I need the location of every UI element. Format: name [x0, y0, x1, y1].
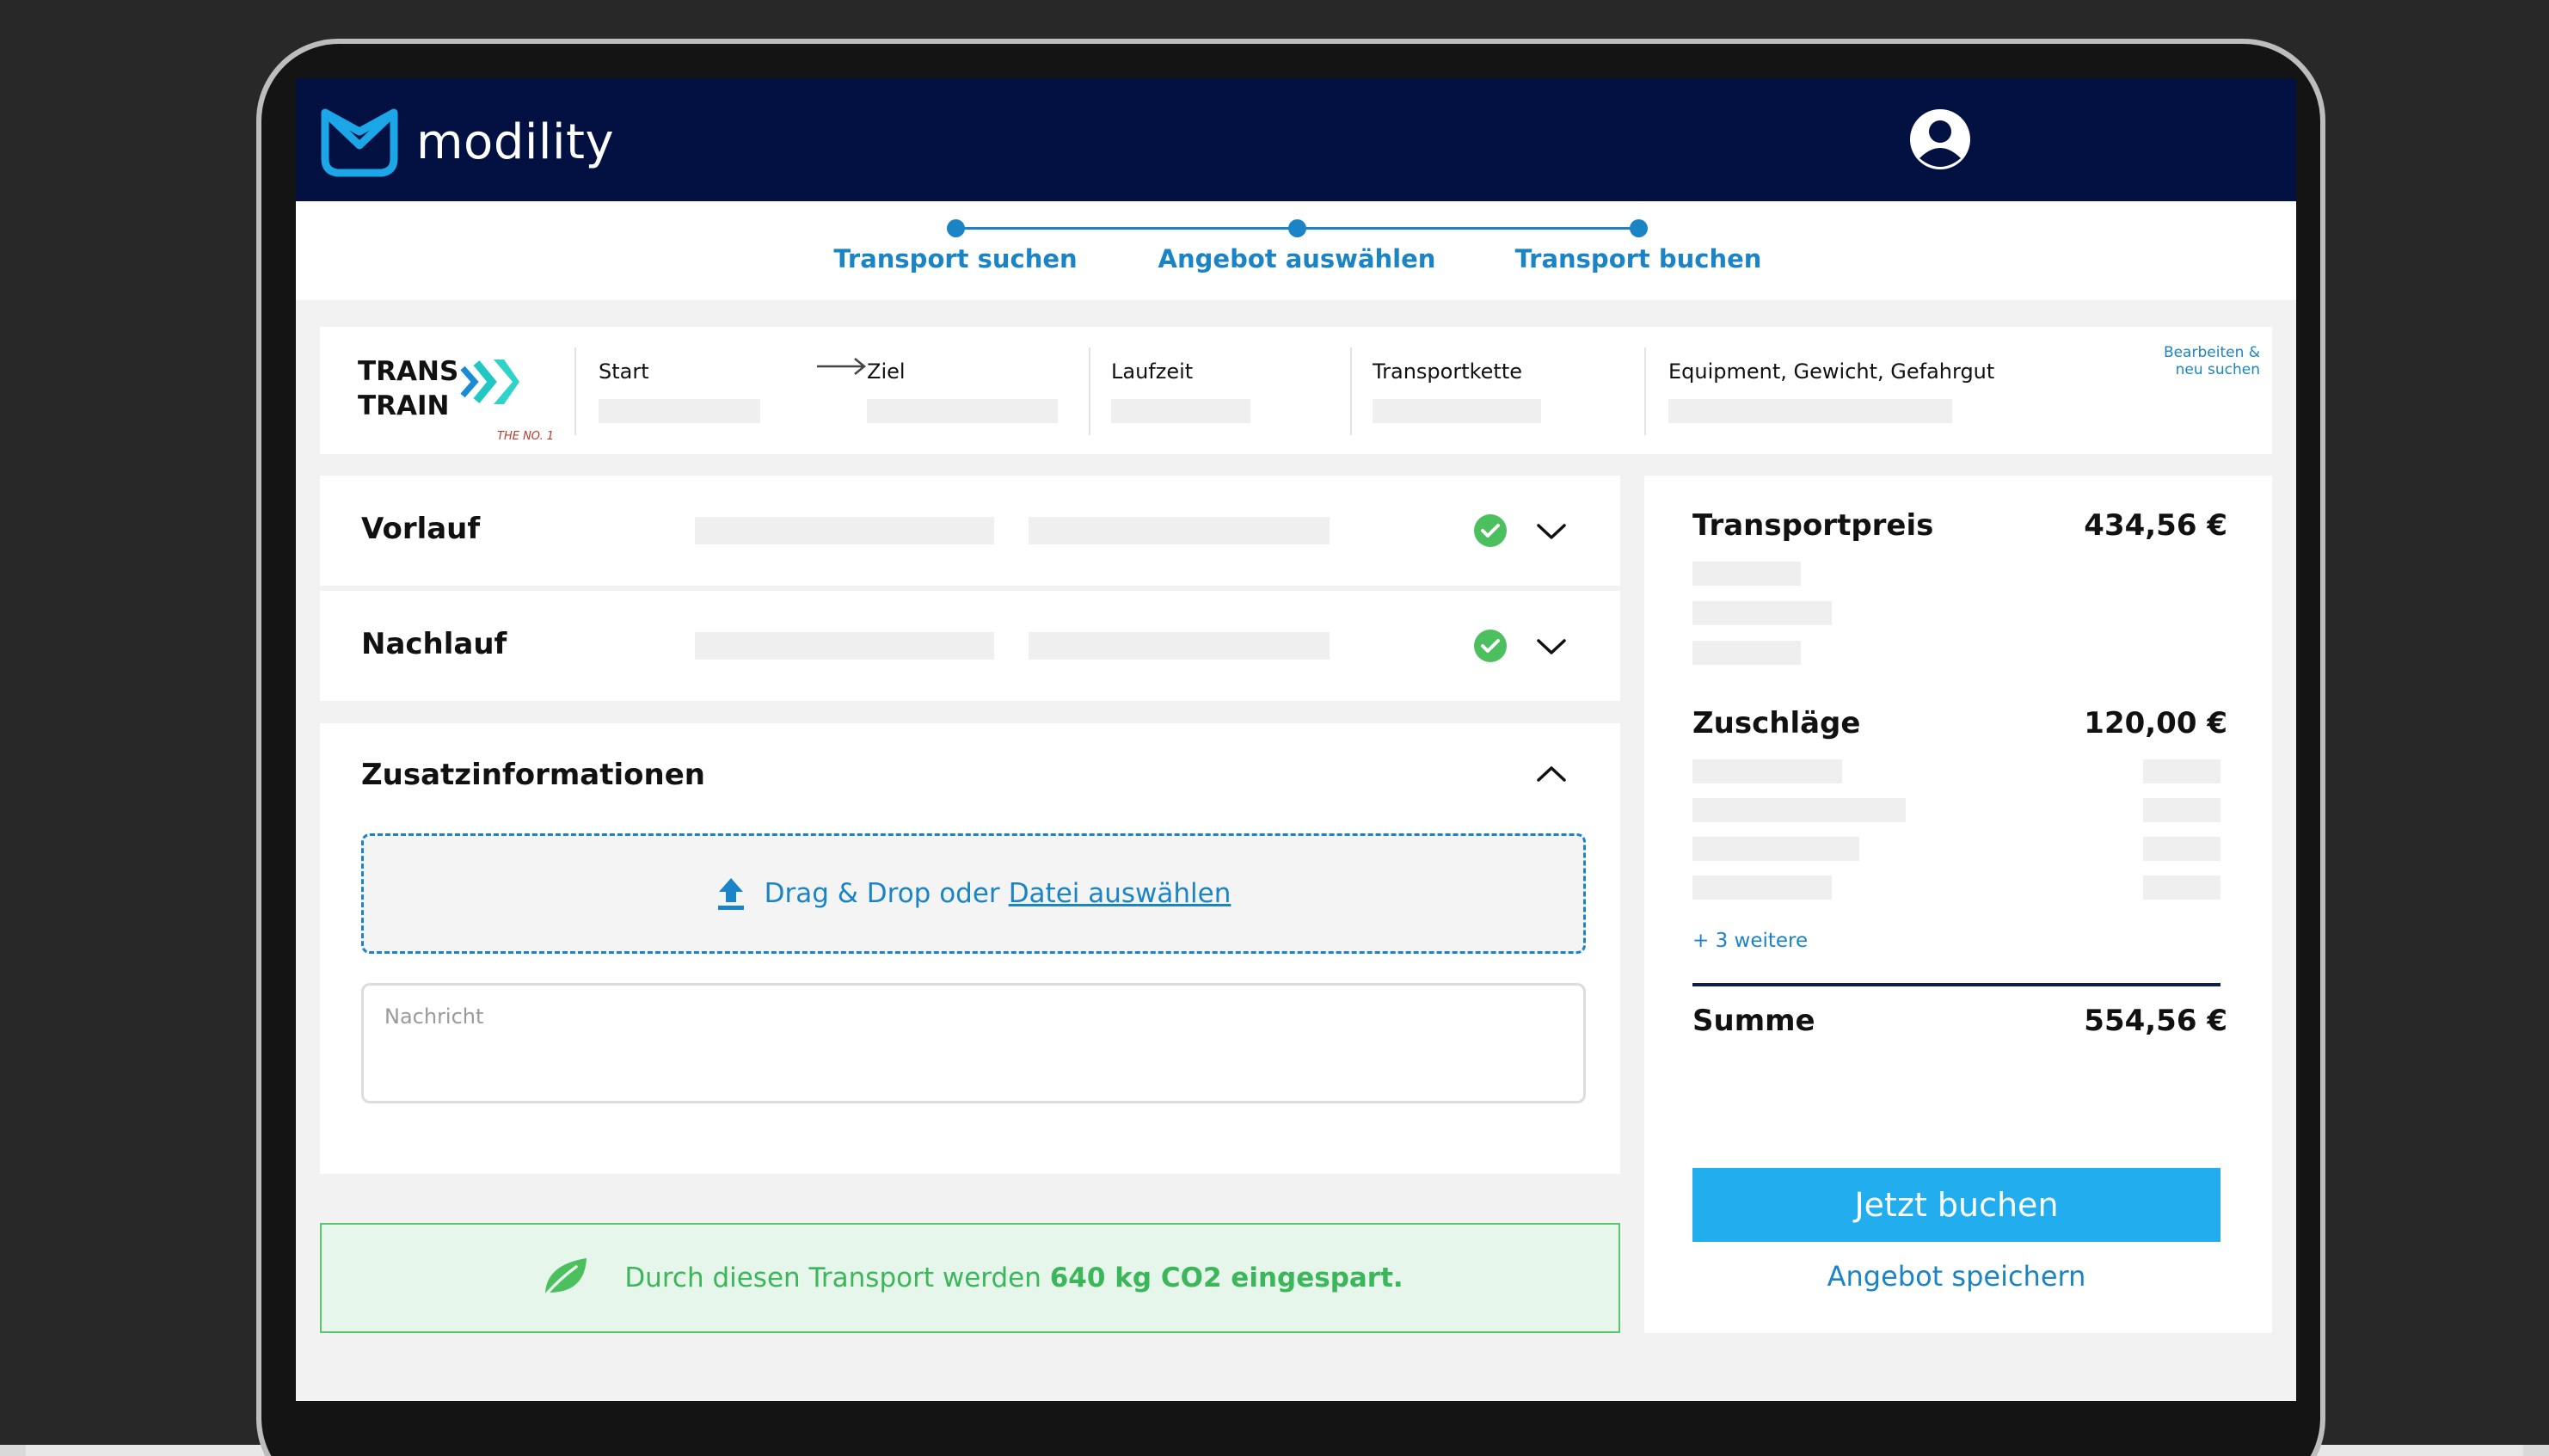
chevron-up-icon[interactable]: [1536, 765, 1567, 783]
surcharge-amount-placeholder: [2143, 837, 2220, 861]
edit-search-link[interactable]: Bearbeiten & neu suchen: [2164, 344, 2260, 378]
check-circle-icon: [1474, 514, 1507, 547]
app-header: modility: [296, 78, 2296, 201]
surcharge-detail-placeholder: [1692, 875, 1832, 900]
ziel-label: Ziel: [867, 359, 906, 384]
operator-logo: TRANS TRAIN THE NO. 1: [358, 354, 554, 443]
co2-sentence: Durch diesen Transport werden: [624, 1262, 1041, 1293]
surcharge-amount-placeholder: [2143, 798, 2220, 822]
surcharge-value: 120,00 €: [2084, 706, 2227, 740]
nachlauf-placeholder: [695, 632, 994, 660]
divider: [1644, 347, 1646, 435]
additional-info-title: Zusatzinformationen: [361, 758, 705, 792]
operator-tagline: THE NO. 1: [497, 430, 555, 443]
nachlauf-row[interactable]: Nachlauf: [320, 591, 1620, 701]
check-circle-icon: [1474, 630, 1507, 662]
start-value-placeholder: [599, 399, 760, 423]
app-screen: modility Transport suchen Angebot auswäh…: [296, 78, 2296, 1401]
brand-name: modility: [416, 114, 615, 170]
transportkette-value-placeholder: [1373, 399, 1541, 423]
progress-stepper: Transport suchen Angebot auswählen Trans…: [296, 201, 2296, 300]
upload-icon: [717, 878, 744, 910]
laufzeit-value-placeholder: [1111, 399, 1250, 423]
nachlauf-placeholder: [1029, 632, 1330, 660]
divider: [1350, 347, 1352, 435]
divider: [1089, 347, 1090, 435]
message-field[interactable]: [361, 983, 1586, 1103]
laufzeit-label: Laufzeit: [1111, 359, 1194, 384]
surcharge-detail-placeholder: [1692, 798, 1906, 822]
surcharge-amount-placeholder: [2143, 759, 2220, 783]
price-detail-placeholder: [1692, 641, 1801, 665]
edit-link-line2: neu suchen: [2175, 361, 2260, 378]
step-transport-suchen[interactable]: Transport suchen: [833, 244, 1077, 273]
step-transport-buchen[interactable]: Transport buchen: [1515, 244, 1762, 273]
leaf-icon: [540, 1258, 587, 1301]
transportkette-label: Transportkette: [1373, 359, 1523, 384]
ziel-value-placeholder: [867, 399, 1058, 423]
step-dot: [1630, 219, 1648, 237]
sum-label: Summe: [1692, 1004, 1815, 1038]
save-offer-link[interactable]: Angebot speichern: [1692, 1260, 2220, 1293]
vorlauf-title: Vorlauf: [361, 512, 481, 546]
book-now-button[interactable]: Jetzt buchen: [1692, 1168, 2220, 1242]
brand-logo[interactable]: modility: [320, 106, 614, 178]
co2-amount: 640 kg CO2 eingespart.: [1049, 1262, 1403, 1293]
surcharge-detail-placeholder: [1692, 759, 1842, 783]
message-input[interactable]: [384, 1004, 1563, 1029]
sum-value: 554,56 €: [2084, 1004, 2227, 1038]
price-detail-placeholder: [1692, 562, 1801, 586]
more-surcharges-link[interactable]: + 3 weitere: [1692, 930, 1808, 952]
search-summary-bar: TRANS TRAIN THE NO. 1 Start Ziel Laufzei…: [320, 327, 2272, 454]
step-dot: [947, 219, 965, 237]
divider: [574, 347, 576, 435]
vorlauf-placeholder: [695, 517, 994, 544]
file-dropzone[interactable]: Drag & Drop oder Datei auswählen: [361, 833, 1586, 954]
start-label: Start: [599, 359, 649, 384]
additional-info-panel: Zusatzinformationen Drag & Drop oder Dat…: [320, 723, 1620, 1174]
vorlauf-row[interactable]: Vorlauf: [320, 476, 1620, 586]
chevron-down-icon[interactable]: [1536, 637, 1567, 656]
edit-link-line1: Bearbeiten &: [2163, 344, 2260, 361]
vorlauf-placeholder: [1029, 517, 1330, 544]
device-frame: modility Transport suchen Angebot auswäh…: [256, 39, 2325, 1456]
transport-price-label: Transportpreis: [1692, 508, 1934, 543]
co2-savings-banner: Durch diesen Transport werden 640 kg CO2…: [320, 1223, 1620, 1333]
surcharge-detail-placeholder: [1692, 837, 1859, 861]
surcharge-label: Zuschläge: [1692, 706, 1861, 740]
equipment-label: Equipment, Gewicht, Gefahrgut: [1668, 359, 1995, 384]
choose-file-link[interactable]: Datei auswählen: [1009, 878, 1232, 909]
equipment-value-placeholder: [1668, 399, 1952, 423]
sum-divider: [1692, 983, 2220, 986]
operator-name-line1: TRANS: [358, 356, 459, 387]
surcharge-amount-placeholder: [2143, 875, 2220, 900]
co2-text: Durch diesen Transport werden 640 kg CO2…: [624, 1262, 1403, 1293]
operator-chevron-icon: [460, 359, 519, 404]
user-avatar-icon[interactable]: [1909, 108, 1971, 170]
dropzone-text: Drag & Drop oder: [764, 878, 1000, 909]
transport-price-value: 434,56 €: [2084, 508, 2227, 543]
step-dot: [1288, 219, 1306, 237]
chevron-down-icon[interactable]: [1536, 522, 1567, 541]
nachlauf-title: Nachlauf: [361, 627, 507, 661]
modility-logo-icon: [321, 108, 398, 177]
price-detail-placeholder: [1692, 601, 1832, 625]
operator-name-line2: TRAIN: [358, 390, 450, 421]
arrow-right-icon: [817, 358, 866, 375]
step-angebot-auswaehlen[interactable]: Angebot auswählen: [1158, 244, 1436, 273]
price-panel: Transportpreis 434,56 € Zuschläge 120,00…: [1644, 476, 2272, 1333]
device-bezel: modility Transport suchen Angebot auswäh…: [261, 44, 2320, 1456]
